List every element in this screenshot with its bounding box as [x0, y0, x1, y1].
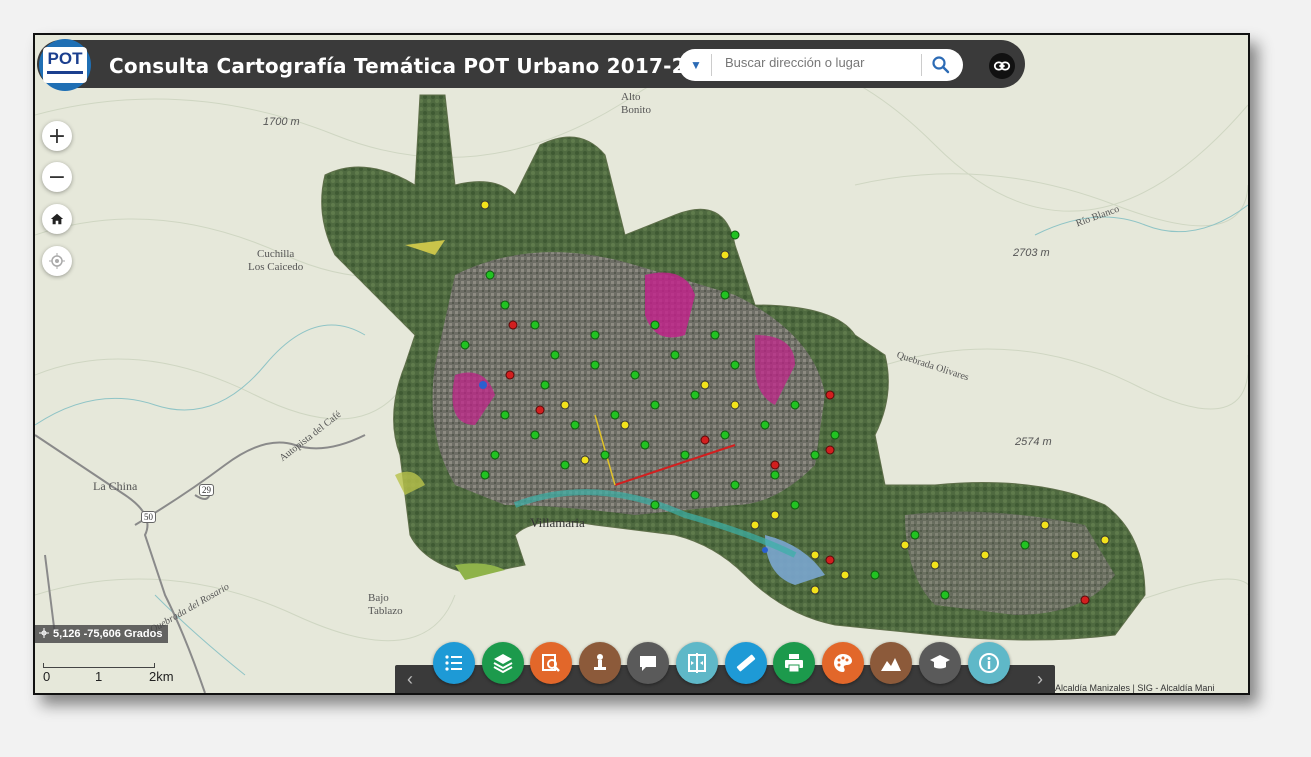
plus-icon: + — [47, 123, 67, 149]
palette-icon — [833, 654, 852, 672]
print-icon — [785, 654, 804, 673]
scale-label: 0 — [43, 669, 51, 684]
search-source-dropdown[interactable]: ▼ — [683, 53, 709, 77]
logo-bar — [47, 71, 83, 74]
search-input[interactable]: Buscar dirección o lugar — [725, 55, 864, 70]
share-link-button[interactable] — [989, 53, 1015, 79]
place-label: Cuchilla Los Caicedo — [248, 248, 304, 273]
search-widget: ▼ Buscar dirección o lugar — [679, 49, 963, 81]
education-tool-button[interactable] — [919, 642, 961, 684]
scale-label: 2km — [149, 669, 174, 684]
chevron-left-icon: ‹ — [407, 669, 413, 689]
place-label: Villamaria — [530, 515, 585, 530]
stamp-icon — [593, 654, 606, 670]
style-tool-button[interactable] — [821, 642, 864, 684]
search-query-icon — [542, 654, 561, 672]
chevron-down-icon: ▼ — [690, 58, 702, 72]
measure-tool-button[interactable] — [724, 642, 767, 684]
profile-icon — [881, 658, 902, 671]
coordinates-text: 5,126 -75,606 Grados — [53, 628, 163, 640]
locate-button[interactable] — [42, 246, 72, 276]
info-tool-button[interactable] — [967, 642, 1010, 684]
route-shield: 50 — [141, 511, 156, 523]
stamp-tool-button[interactable] — [578, 642, 621, 684]
elevation-label: 1700 m — [263, 116, 300, 128]
page-title: Consulta Cartografía Temática POT Urbano… — [109, 54, 729, 78]
layers-tool-button[interactable] — [481, 642, 524, 684]
route-shield: 29 — [199, 484, 214, 496]
locate-icon — [49, 253, 65, 269]
link-icon — [993, 61, 1011, 71]
elevation-label: 2703 m — [1013, 247, 1050, 259]
print-tool-button[interactable] — [773, 642, 816, 684]
zoom-out-button[interactable]: − — [42, 162, 72, 192]
query-tool-button[interactable] — [530, 642, 573, 684]
coordinates-display[interactable]: 5,126 -75,606 Grados — [35, 625, 169, 643]
crosshair-icon — [39, 628, 49, 638]
search-icon[interactable] — [931, 55, 951, 75]
divider — [921, 54, 922, 76]
map-attribution: Alcaldía Manizales | SIG - Alcaldía Mani — [1055, 683, 1215, 693]
graduation-cap-icon — [930, 655, 950, 669]
toolbar-prev-button[interactable]: ‹ — [395, 665, 425, 693]
zoom-in-button[interactable]: + — [42, 121, 72, 151]
place-label: Alto Bonito — [621, 91, 651, 116]
app-header: Consulta Cartografía Temática POT Urbano… — [37, 40, 1025, 88]
toolbar-next-button[interactable]: › — [1025, 665, 1055, 693]
divider — [711, 54, 712, 76]
minus-icon: − — [47, 164, 67, 190]
swipe-icon — [688, 653, 706, 673]
elevation-label: 2574 m — [1015, 436, 1052, 448]
swipe-tool-button[interactable] — [676, 642, 718, 684]
scale-bar: 0 1 2km — [43, 661, 203, 691]
scale-label: 1 — [95, 669, 103, 684]
ruler-icon — [736, 654, 755, 672]
scale-bar-line — [43, 663, 155, 668]
home-button[interactable] — [42, 204, 72, 234]
chevron-right-icon: › — [1037, 669, 1043, 689]
place-label: Bajo Tablazo — [368, 592, 403, 617]
place-label: La China — [93, 479, 138, 493]
layers-icon — [493, 654, 513, 674]
list-icon — [445, 655, 462, 671]
comment-icon — [640, 656, 657, 671]
legend-tool-button[interactable] — [433, 642, 475, 684]
info-icon — [978, 653, 999, 673]
map-frame: 1700 m 2703 m 2574 m Alto Bonito Cuchill… — [33, 33, 1250, 695]
pot-logo: POT — [39, 39, 91, 91]
home-icon — [50, 213, 64, 225]
logo-text: POT — [47, 49, 83, 68]
